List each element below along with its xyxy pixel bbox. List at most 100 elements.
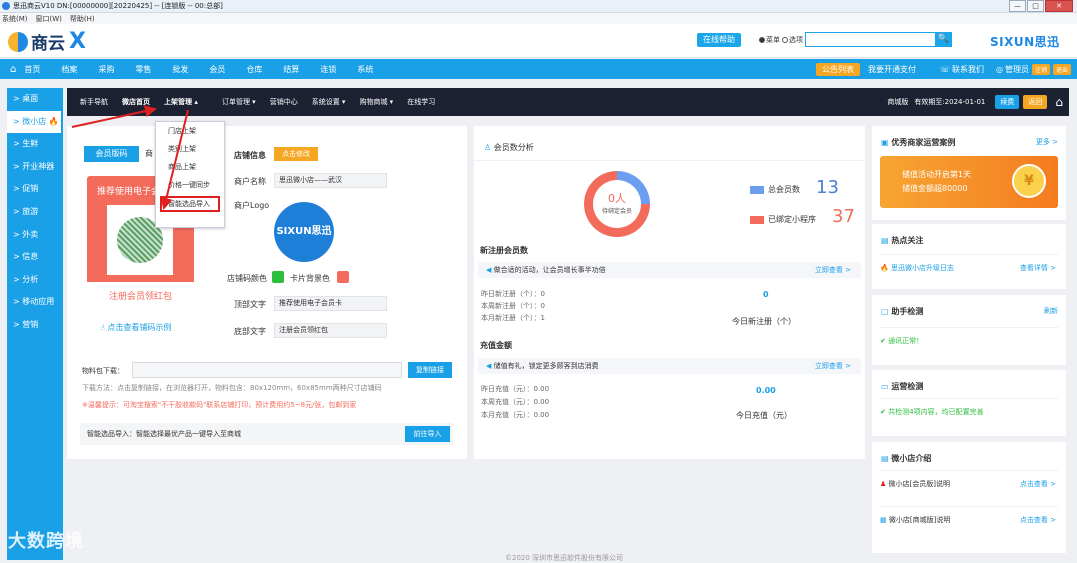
nav-retail[interactable]: 零售 <box>135 64 151 75</box>
nav-system[interactable]: 系统 <box>357 64 373 75</box>
new-members-rows: 昨日新注册（个）：0 本周新注册（个）：0 本月新注册（个）：1 <box>481 288 545 324</box>
ops-title: ▭ 运营检测 <box>881 381 923 392</box>
row-yesterday-new: 昨日新注册（个）：0 <box>481 290 545 298</box>
legend-total-label: 总会员数 <box>768 185 800 194</box>
search-input[interactable] <box>805 32 936 47</box>
sidebar-item-analysis[interactable]: > 分析 <box>7 269 63 292</box>
sidebar-item-takeout[interactable]: > 外卖 <box>7 224 63 247</box>
radio-option-label: 选项 <box>789 36 803 44</box>
red-color-swatch[interactable] <box>337 271 349 283</box>
nav-guide[interactable]: 新手导航 <box>80 97 108 107</box>
nav-settlement[interactable]: 结算 <box>283 64 299 75</box>
sidebar-item-opening[interactable]: > 开业神器 <box>7 156 63 179</box>
sidebar-item-travel[interactable]: > 旅游 <box>7 201 63 224</box>
menu-system[interactable]: 系统(M) <box>2 14 28 24</box>
sidebar-item-label: > 微小店 <box>13 116 47 126</box>
intro-item-member[interactable]: ♟ 微小店[会员版]说明 点击查看 > <box>880 470 1058 496</box>
donut-number: 0人 <box>608 192 626 205</box>
menu-price-sync[interactable]: 价格一键同步 <box>156 176 224 194</box>
today-recharge-label: 今日充值（元） <box>736 411 792 420</box>
maximize-button[interactable]: □ <box>1027 0 1044 12</box>
nav-purchase[interactable]: 采购 <box>98 64 114 75</box>
contact-us[interactable]: 联系我们 <box>952 64 984 75</box>
menu-category-listing[interactable]: 类别上架 <box>156 140 224 158</box>
edit-info-button[interactable]: 点击修改 <box>274 147 318 161</box>
hot-item[interactable]: 🔥 思迅微小店升级日志 查看详情 > <box>880 254 1058 280</box>
hot-title-label: 热点关注 <box>891 236 924 245</box>
tab-member-code[interactable]: 会员版码 <box>84 146 139 162</box>
copy-link-button[interactable]: 复制链接 <box>408 362 452 378</box>
nav-wholesale[interactable]: 批发 <box>172 64 188 75</box>
menu-window[interactable]: 窗口(W) <box>36 14 62 24</box>
nav-warehouse[interactable]: 仓库 <box>246 64 262 75</box>
intro-member-link[interactable]: 点击查看 > <box>1020 471 1056 497</box>
nav-settings[interactable]: 系统设置 ▾ <box>312 97 346 107</box>
nav-orders[interactable]: 订单管理 ▾ <box>222 97 256 107</box>
download-link-input[interactable] <box>132 362 402 378</box>
nav-mall[interactable]: 购物商城 ▾ <box>359 97 393 107</box>
nav-marketing[interactable]: 营销中心 <box>270 97 298 107</box>
minimize-button[interactable]: — <box>1009 0 1026 12</box>
intro-item-mall[interactable]: ▦ 微小店[商城版]说明 点击查看 > <box>880 506 1058 532</box>
online-help-button[interactable]: 在线帮助 <box>697 33 741 47</box>
case-banner[interactable]: 储值活动开启第1天 储值金额超80000 ¥ <box>880 156 1058 208</box>
intro-mall-link[interactable]: 点击查看 > <box>1020 507 1056 533</box>
recharge-title: 充值金额 <box>480 341 512 350</box>
radio-menu[interactable] <box>759 37 765 43</box>
sidebar-item-fresh[interactable]: > 生鲜 <box>7 133 63 156</box>
search-mode-radios: 菜单 选项 <box>759 35 803 45</box>
thumb-icon: ☝ <box>100 323 105 332</box>
hot-panel: ▤ 热点关注 🔥 思迅微小店升级日志 查看详情 > <box>872 224 1066 289</box>
hot-detail-link[interactable]: 查看详情 > <box>1020 255 1056 281</box>
member-icon: ♟ <box>880 480 887 488</box>
bottom-text-value: 注册会员领红包 <box>274 323 387 338</box>
exit-button[interactable]: 退出 <box>1052 63 1071 75</box>
notice-list-tag[interactable]: 公告列表 <box>815 62 860 76</box>
logo-x: X <box>69 28 86 54</box>
renew-button[interactable]: 续费 <box>995 95 1020 109</box>
nav-learning[interactable]: 在线学习 <box>407 97 435 107</box>
radio-option[interactable] <box>782 37 788 43</box>
close-button[interactable]: ✕ <box>1045 0 1073 12</box>
menubar: 系统(M) 窗口(W) 帮助(H) <box>0 13 1077 24</box>
phone-icon: ☏ <box>939 64 950 74</box>
recharge-bar-text: 储值有礼，锁定更多顾客到店消费 <box>493 362 599 370</box>
info-title: 店铺信息 <box>234 151 266 160</box>
recharge-view-link[interactable]: 立即查看 > <box>815 358 851 374</box>
nav-member[interactable]: 会员 <box>209 64 225 75</box>
nav-archive[interactable]: 档案 <box>61 64 77 75</box>
row-yesterday-recharge: 昨日充值（元）：0.00 <box>481 385 550 393</box>
hot-item-label: 思迅微小店升级日志 <box>890 264 954 272</box>
logout-button[interactable]: 注销 <box>1031 63 1050 75</box>
see-example-link[interactable]: ☝ 点击查看铺码示例 <box>100 322 171 333</box>
green-color-swatch[interactable] <box>272 271 284 283</box>
top-text-value: 推荐使用电子会员卡 <box>274 296 387 311</box>
check-icon: ✔ <box>880 337 886 345</box>
sidebar-item-desktop[interactable]: > 桌面 <box>7 88 63 111</box>
new-view-link[interactable]: 立即查看 > <box>815 262 851 278</box>
sidebar-item-promotion[interactable]: > 促销 <box>7 178 63 201</box>
nav-chain[interactable]: 连锁 <box>320 64 336 75</box>
menu-help[interactable]: 帮助(H) <box>70 14 95 24</box>
menu-product-listing[interactable]: 商品上架 <box>156 158 224 176</box>
menu-store-listing[interactable]: 门店上架 <box>156 122 224 140</box>
intro-panel: ▤ 微小店介绍 ♟ 微小店[会员版]说明 点击查看 > ▦ 微小店[商城版]说明点… <box>872 442 1066 553</box>
sidebar-item-info[interactable]: > 信息 <box>7 246 63 269</box>
home-icon[interactable]: ⌂ <box>1055 95 1063 109</box>
home-icon[interactable]: ⌂ <box>10 64 16 75</box>
more-cases-link[interactable]: 更多 > <box>1036 137 1058 147</box>
sidebar-item-microstore[interactable]: > 微小店 🔥 <box>7 110 61 134</box>
row-week-new: 本周新注册（个）：0 <box>481 302 545 310</box>
menu-smart-import[interactable]: 智能选品导入 <box>160 196 220 212</box>
refresh-link[interactable]: 刷新 <box>1044 306 1058 316</box>
go-import-button[interactable]: 前往导入 <box>405 426 450 442</box>
search-button[interactable]: 🔍 <box>935 32 952 47</box>
sidebar-item-mobile[interactable]: > 移动应用 <box>7 291 63 314</box>
nav-store-home[interactable]: 微店首页 <box>122 97 150 107</box>
admin-user[interactable]: 管理员 <box>1005 64 1029 75</box>
open-payment-link[interactable]: 我要开通支付 <box>868 64 916 75</box>
nav-listing[interactable]: 上架管理 ▴ <box>164 97 198 107</box>
nav-home[interactable]: 首页 <box>24 64 40 75</box>
sidebar-item-marketing[interactable]: > 营销 <box>7 314 63 337</box>
back-button[interactable]: 返回 <box>1023 95 1048 109</box>
